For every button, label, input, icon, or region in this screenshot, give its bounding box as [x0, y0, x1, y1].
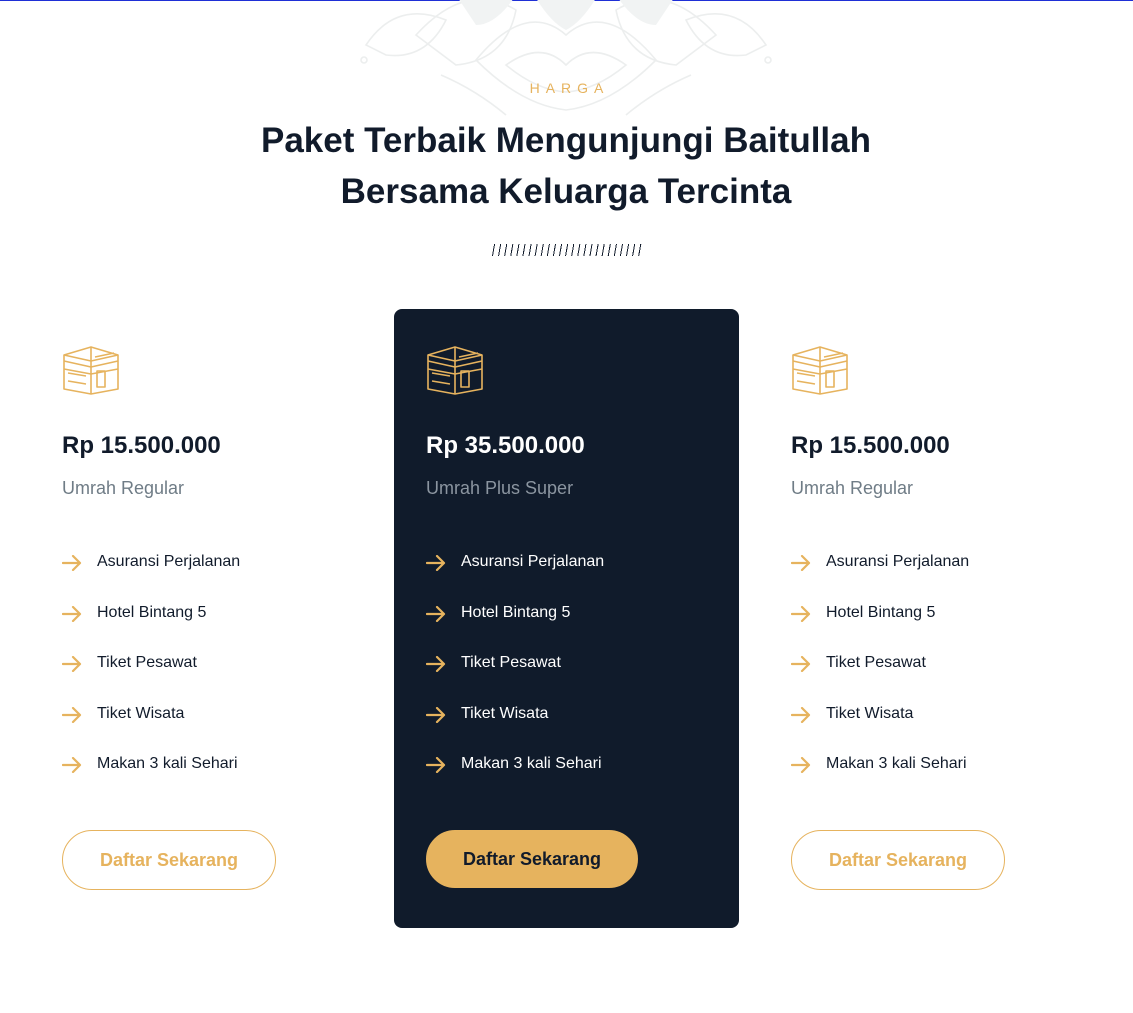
section-title-line-1: Paket Terbaik Mengunjungi Baitullah — [261, 121, 871, 160]
feature-label: Asuransi Perjalanan — [461, 553, 605, 570]
plan-name: Umrah Regular — [791, 478, 914, 498]
feature-label: Asuransi Perjalanan — [826, 553, 970, 570]
register-button[interactable]: Daftar Sekarang — [791, 830, 1005, 890]
decorative-divider — [490, 244, 644, 256]
mandala-ornament — [360, 0, 772, 116]
list-item: Hotel Bintang 5 — [791, 604, 969, 655]
feature-label: Tiket Wisata — [461, 704, 549, 722]
plan-name: Umrah Regular — [62, 478, 185, 498]
kaaba-icon — [63, 346, 119, 395]
plan-price: Rp 35.500.000 — [426, 432, 585, 459]
plan-name: Umrah Plus Super — [426, 478, 574, 498]
feature-label: Makan 3 kali Sehari — [97, 755, 238, 773]
feature-label: Makan 3 kali Sehari — [461, 755, 602, 773]
list-item: Asuransi Perjalanan — [426, 553, 604, 604]
list-item: Asuransi Perjalanan — [62, 553, 240, 604]
list-item: Asuransi Perjalanan — [791, 553, 969, 604]
list-item: Tiket Wisata — [791, 705, 969, 756]
list-item: Tiket Wisata — [426, 705, 604, 756]
plan-price: Rp 15.500.000 — [62, 432, 221, 459]
arrow-right-icon — [62, 555, 82, 571]
arrow-right-icon — [791, 605, 811, 622]
section-eyebrow: HARGA — [529, 80, 610, 96]
arrow-right-icon — [426, 555, 446, 571]
section-title: Paket Terbaik Mengunjungi Baitullah Bers… — [216, 115, 916, 217]
feature-label: Hotel Bintang 5 — [826, 603, 936, 621]
feature-list: Asuransi Perjalanan Hotel Bintang 5 Tike… — [426, 553, 604, 806]
feature-label: Tiket Wisata — [826, 704, 914, 722]
arrow-right-icon — [62, 757, 82, 774]
register-button[interactable]: Daftar Sekarang — [62, 830, 276, 890]
feature-list: Asuransi Perjalanan Hotel Bintang 5 Tike… — [62, 553, 240, 806]
arrow-right-icon — [62, 706, 82, 723]
list-item: Makan 3 kali Sehari — [426, 755, 604, 806]
register-button[interactable]: Daftar Sekarang — [426, 830, 638, 888]
arrow-right-icon — [426, 656, 446, 673]
arrow-right-icon — [62, 605, 82, 622]
pricing-card-regular: Rp 15.500.000 Umrah Regular Asuransi Per… — [30, 309, 375, 928]
list-item: Tiket Pesawat — [426, 654, 604, 705]
feature-label: Tiket Pesawat — [826, 654, 926, 672]
feature-label: Asuransi Perjalanan — [97, 553, 241, 570]
arrow-right-icon — [426, 757, 446, 774]
arrow-right-icon — [426, 605, 446, 622]
feature-label: Tiket Wisata — [97, 704, 185, 722]
feature-label: Hotel Bintang 5 — [97, 603, 207, 621]
list-item: Makan 3 kali Sehari — [62, 755, 240, 806]
arrow-right-icon — [791, 706, 811, 723]
pricing-card-plus-super: Rp 35.500.000 Umrah Plus Super Asuransi … — [394, 309, 739, 928]
feature-label: Tiket Pesawat — [461, 654, 561, 672]
feature-label: Hotel Bintang 5 — [461, 603, 571, 621]
feature-label: Tiket Pesawat — [97, 654, 197, 672]
list-item: Hotel Bintang 5 — [426, 604, 604, 655]
arrow-right-icon — [426, 706, 446, 723]
list-item: Tiket Pesawat — [62, 654, 240, 705]
kaaba-icon — [792, 346, 848, 395]
feature-list: Asuransi Perjalanan Hotel Bintang 5 Tike… — [791, 553, 969, 806]
feature-label: Makan 3 kali Sehari — [826, 755, 967, 773]
list-item: Makan 3 kali Sehari — [791, 755, 969, 806]
pricing-card-regular-2: Rp 15.500.000 Umrah Regular Asuransi Per… — [759, 309, 1104, 928]
arrow-right-icon — [791, 656, 811, 673]
list-item: Tiket Pesawat — [791, 654, 969, 705]
arrow-right-icon — [62, 656, 82, 673]
arrow-right-icon — [791, 555, 811, 571]
list-item: Hotel Bintang 5 — [62, 604, 240, 655]
list-item: Tiket Wisata — [62, 705, 240, 756]
section-title-line-2: Bersama Keluarga Tercinta — [340, 172, 792, 211]
plan-price: Rp 15.500.000 — [791, 432, 950, 459]
kaaba-icon — [427, 346, 483, 395]
arrow-right-icon — [791, 757, 811, 774]
